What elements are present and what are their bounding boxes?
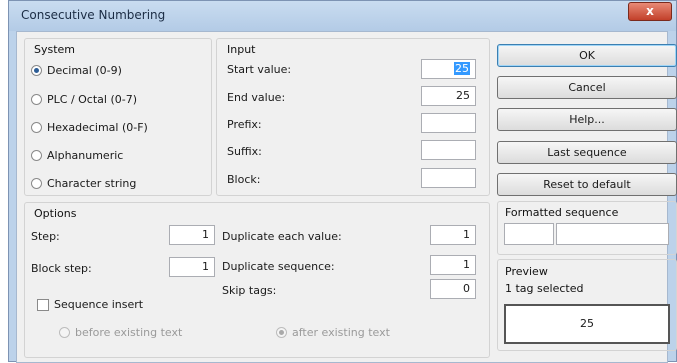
- start-value-label: Start value:: [227, 63, 292, 76]
- tags-selected-text: 1 tag selected: [505, 282, 584, 295]
- radio-decimal[interactable]: Decimal (0-9): [31, 62, 122, 78]
- close-button[interactable]: x: [628, 2, 672, 21]
- radio-character-string[interactable]: Character string: [31, 175, 136, 191]
- start-value-text: 25: [454, 62, 470, 75]
- radio-after-existing-text[interactable]: after existing text: [276, 325, 436, 341]
- block-step-input[interactable]: 1: [169, 257, 215, 277]
- prefix-label: Prefix:: [227, 118, 262, 131]
- after-existing-text-label: after existing text: [292, 326, 390, 339]
- duplicate-each-value-label: Duplicate each value:: [222, 230, 342, 243]
- step-label: Step:: [31, 230, 60, 243]
- preview-label: Preview: [505, 265, 548, 278]
- radio-button-icon: [31, 149, 42, 161]
- sequence-insert-label: Sequence insert: [54, 298, 144, 311]
- radio-decimal-label: Decimal (0-9): [47, 63, 122, 77]
- suffix-label: Suffix:: [227, 145, 262, 158]
- radio-button-icon: [31, 121, 42, 133]
- radio-alphanumeric-label: Alphanumeric: [47, 148, 124, 162]
- consecutive-numbering-dialog: Consecutive Numbering x System Decimal (…: [8, 0, 677, 363]
- prefix-input[interactable]: [421, 113, 476, 133]
- end-value-input[interactable]: 25: [421, 86, 476, 106]
- cancel-button[interactable]: Cancel: [497, 76, 677, 99]
- radio-button-icon: [276, 327, 287, 338]
- formatted-prefix-box: [504, 223, 554, 245]
- radio-plc-octal[interactable]: PLC / Octal (0-7): [31, 91, 137, 107]
- duplicate-sequence-input[interactable]: 1: [430, 255, 476, 275]
- block-label: Block:: [227, 173, 261, 186]
- close-icon: x: [646, 4, 654, 18]
- end-value-label: End value:: [227, 91, 286, 104]
- radio-alphanumeric[interactable]: Alphanumeric: [31, 147, 123, 163]
- formatted-sequence-label: Formatted sequence: [505, 206, 619, 219]
- radio-button-icon: [31, 64, 42, 76]
- window-title: Consecutive Numbering: [21, 8, 166, 22]
- help-button[interactable]: Help...: [497, 108, 677, 131]
- sequence-insert-checkbox[interactable]: Sequence insert: [37, 297, 187, 313]
- duplicate-each-value-input[interactable]: 1: [430, 225, 476, 245]
- reset-to-default-button[interactable]: Reset to default: [497, 173, 677, 196]
- block-input[interactable]: [421, 168, 476, 188]
- duplicate-sequence-label: Duplicate sequence:: [222, 260, 335, 273]
- skip-tags-label: Skip tags:: [222, 284, 277, 297]
- ok-button[interactable]: OK: [497, 44, 677, 67]
- start-value-input[interactable]: 25: [421, 59, 476, 79]
- radio-character-string-label: Character string: [47, 176, 137, 190]
- radio-plc-octal-label: PLC / Octal (0-7): [47, 92, 138, 106]
- radio-button-icon: [31, 177, 42, 189]
- options-group-label: Options: [34, 207, 77, 220]
- title-bar[interactable]: Consecutive Numbering x: [9, 1, 676, 31]
- input-group-label: Input: [227, 43, 256, 56]
- system-group-label: System: [34, 43, 76, 56]
- system-group: System Decimal (0-9) PLC / Octal (0-7) H…: [24, 38, 212, 196]
- suffix-input[interactable]: [421, 140, 476, 160]
- formatted-value-box: [556, 223, 669, 245]
- step-input[interactable]: 1: [169, 225, 215, 245]
- checkbox-icon: [37, 299, 49, 311]
- before-existing-text-label: before existing text: [75, 326, 183, 339]
- radio-hexadecimal-label: Hexadecimal (0-F): [47, 120, 148, 134]
- preview-output: 25: [504, 304, 670, 344]
- radio-before-existing-text[interactable]: before existing text: [59, 325, 219, 341]
- radio-hexadecimal[interactable]: Hexadecimal (0-F): [31, 119, 148, 135]
- skip-tags-input[interactable]: 0: [430, 279, 476, 299]
- radio-button-icon: [59, 327, 70, 338]
- radio-button-icon: [31, 93, 42, 105]
- last-sequence-button[interactable]: Last sequence: [497, 141, 677, 164]
- block-step-label: Block step:: [31, 262, 92, 275]
